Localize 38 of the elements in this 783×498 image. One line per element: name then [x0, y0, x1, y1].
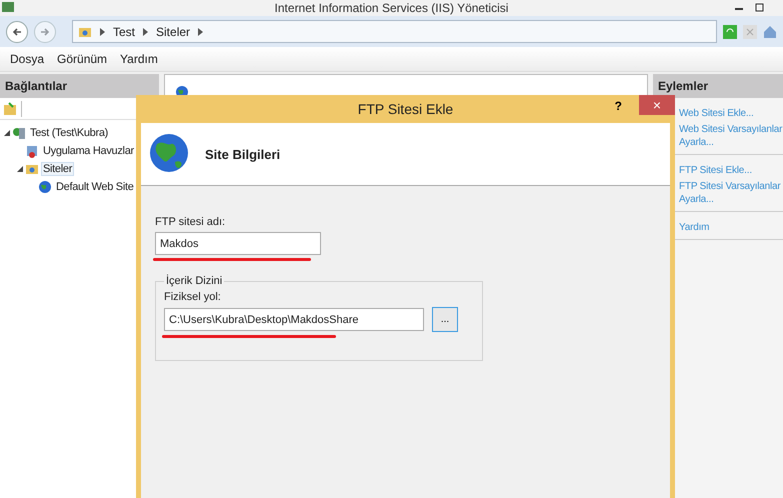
back-arrow-icon [12, 26, 22, 36]
chevron-icon [100, 28, 105, 36]
app-icon [2, 2, 14, 12]
browse-button[interactable]: ... [432, 307, 458, 332]
new-connection-icon[interactable] [3, 102, 17, 116]
tree-item[interactable]: Uygulama Havuzlar [41, 144, 136, 158]
forward-arrow-icon [40, 26, 50, 36]
address-bar[interactable]: Test Siteler [72, 20, 717, 43]
dialog-heading: Site Bilgileri [205, 146, 280, 162]
menu-item[interactable]: Görünüm [57, 52, 108, 66]
site-name-field[interactable]: Makdos [155, 232, 321, 255]
menu-item[interactable]: Dosya [10, 52, 44, 66]
folder-icon [25, 162, 39, 176]
chevron-icon [198, 28, 204, 36]
tree-item[interactable]: Test (Test\Kubra) [28, 126, 110, 140]
close-button[interactable]: × [639, 95, 675, 115]
menu-item[interactable]: Yardım [120, 52, 158, 66]
help-button[interactable]: ? [608, 98, 628, 114]
chevron-icon [143, 28, 148, 36]
expander-icon[interactable] [17, 166, 23, 172]
panel-header: Bağlantılar [0, 74, 159, 98]
window-title: Internet Information Services (IIS) Yöneticisi [274, 1, 508, 15]
breadcrumb-item[interactable]: Siteler [156, 24, 190, 38]
expander-icon[interactable] [4, 130, 10, 136]
field-label: FTP sitesi adı: [155, 216, 226, 228]
path-field[interactable]: C:\Users\Kubra\Desktop\MakdosShare [164, 308, 424, 331]
dialog-title: FTP Sitesi Ekle [358, 101, 454, 117]
panel-header: Eylemler [653, 74, 783, 98]
breadcrumb-item[interactable]: Test [113, 24, 136, 38]
group-title: İçerik Dizini [165, 275, 224, 287]
tree-item[interactable]: Default Web Site [54, 180, 136, 194]
back-button[interactable] [6, 20, 28, 42]
restore-icon[interactable] [755, 2, 765, 12]
tree-item[interactable]: Siteler [41, 162, 74, 176]
globe-icon [38, 180, 52, 194]
server-icon [12, 126, 26, 140]
refresh-icon[interactable] [723, 24, 737, 38]
field-label: Fiziksel yol: [164, 291, 222, 303]
